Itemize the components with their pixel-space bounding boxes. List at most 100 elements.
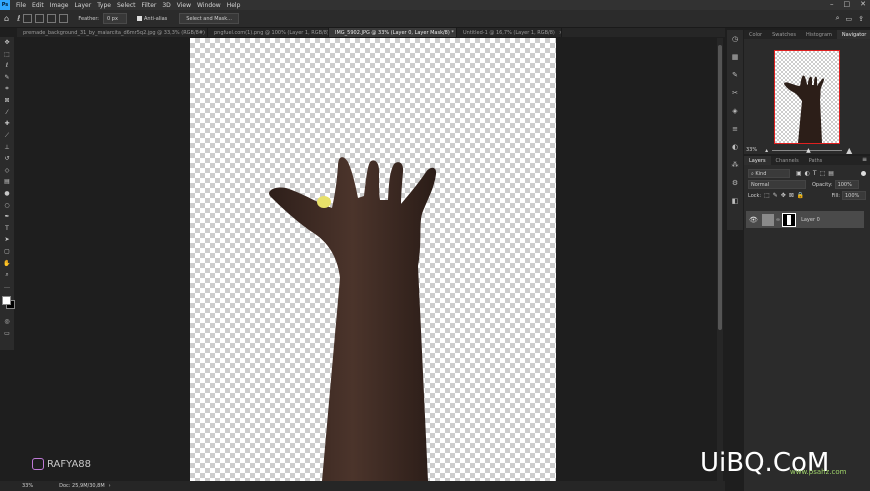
visibility-eye-icon[interactable]: 👁 <box>749 216 758 224</box>
properties-icon[interactable]: ≡ <box>727 120 743 138</box>
layer-name[interactable]: Layer 0 <box>801 217 820 223</box>
zoom-slider[interactable]: ▲ <box>772 147 843 154</box>
menu-help[interactable]: Help <box>227 2 241 9</box>
menu-layer[interactable]: Layer <box>74 2 91 9</box>
blend-mode-select[interactable]: Normal <box>748 180 806 189</box>
select-and-mask-button[interactable]: Select and Mask... <box>179 13 239 24</box>
foreground-color-swatch[interactable] <box>2 296 11 306</box>
tab-untitled-1[interactable]: Untitled-1 @ 16,7% (Layer 1, RGB/8) × <box>457 28 562 37</box>
layer-row[interactable]: 👁 ∞ Layer 0 <box>746 211 864 228</box>
filter-icons[interactable]: ▣◐T⬚▤ <box>796 170 837 177</box>
lasso-tool-icon[interactable]: ℓ <box>17 14 20 23</box>
search-icon[interactable]: ⌕ <box>836 14 840 23</box>
lasso-icon[interactable]: ℓ <box>0 60 14 72</box>
zoom-level[interactable]: 33% <box>22 483 33 489</box>
panel-menu-icon[interactable]: ≡ <box>862 156 867 165</box>
healing-icon[interactable]: ✚ <box>0 118 14 130</box>
tab-color[interactable]: Color <box>744 30 767 39</box>
tab-channels[interactable]: Channels <box>771 156 804 165</box>
hand-icon[interactable]: ✋ <box>0 257 14 269</box>
workspace-icon[interactable]: ▭ <box>846 15 853 23</box>
lock-icons[interactable]: ⬚✎✥⊠🔒 <box>764 192 807 199</box>
menu-view[interactable]: View <box>177 2 191 9</box>
close-icon[interactable]: ✕ <box>860 0 866 8</box>
gradient-icon[interactable]: ▤ <box>0 176 14 188</box>
3d-icon[interactable]: ◈ <box>727 102 743 120</box>
tab-paths[interactable]: Paths <box>804 156 828 165</box>
frame-icon[interactable]: ⊠ <box>0 95 14 107</box>
marquee-icon[interactable]: ⬚ <box>0 49 14 61</box>
antialias-checkbox[interactable]: Anti-alias <box>137 16 167 22</box>
history-brush-icon[interactable]: ↺ <box>0 153 14 165</box>
layer-mask-thumbnail[interactable] <box>782 212 797 227</box>
link-icon[interactable]: ∞ <box>776 217 780 223</box>
tab-pngfuel[interactable]: pngfuel.com(1).png @ 100% (Layer 1, RGB/… <box>208 28 329 37</box>
share-icon[interactable]: ⇪ <box>858 15 864 23</box>
close-tab-icon[interactable]: × <box>559 30 561 36</box>
opacity-input[interactable]: 100% <box>834 180 859 189</box>
add-selection-icon[interactable] <box>35 14 45 23</box>
clone-stamp-icon[interactable]: ⊥ <box>0 141 14 153</box>
menu-type[interactable]: Type <box>97 2 111 9</box>
new-selection-icon[interactable] <box>23 14 33 23</box>
menu-filter[interactable]: Filter <box>142 2 157 9</box>
maximize-icon[interactable]: □ <box>844 0 851 8</box>
tab-img-5902[interactable]: IMG_5902.JPG @ 33% (Layer 0, Layer Mask/… <box>329 28 457 37</box>
tab-histogram[interactable]: Histogram <box>801 30 837 39</box>
crop-icon[interactable]: ⌗ <box>0 83 14 95</box>
layer-thumbnail <box>761 213 774 226</box>
menu-file[interactable]: File <box>16 2 26 9</box>
eraser-icon[interactable]: ◇ <box>0 165 14 177</box>
pen-icon[interactable]: ✒ <box>0 211 14 223</box>
subtract-selection-icon[interactable] <box>47 14 57 23</box>
navigator-zoom-value[interactable]: 33% <box>746 147 757 153</box>
more-tools-icon[interactable]: … <box>0 280 14 292</box>
tab-layers[interactable]: Layers <box>744 156 771 165</box>
styles-icon[interactable]: ◐ <box>727 138 743 156</box>
scrollbar-thumb[interactable] <box>718 45 722 330</box>
libraries-icon[interactable]: ◧ <box>727 192 743 210</box>
feather-input[interactable]: 0 px <box>103 13 127 24</box>
brush-settings-icon[interactable]: ▦ <box>727 48 743 66</box>
filter-kind-select[interactable]: ⌕ Kind <box>748 169 790 178</box>
home-icon[interactable]: ⌂ <box>4 14 9 23</box>
brush-icon[interactable]: ⟋ <box>0 130 14 142</box>
tab-swatches[interactable]: Swatches <box>767 30 801 39</box>
menu-window[interactable]: Window <box>197 2 221 9</box>
type-icon[interactable]: T <box>0 223 14 235</box>
menu-select[interactable]: Select <box>117 2 136 9</box>
doc-size[interactable]: Doc: 25,9M/30,8M <box>59 483 105 489</box>
menu-image[interactable]: Image <box>50 2 69 9</box>
tab-navigator[interactable]: Navigator <box>836 30 870 39</box>
character-icon[interactable]: ⁂ <box>727 156 743 174</box>
screen-mode-icon[interactable]: ▭ <box>0 328 14 340</box>
document-canvas[interactable] <box>190 38 556 481</box>
zoom-in-icon[interactable]: ▲ <box>846 146 852 155</box>
path-select-icon[interactable]: ➤ <box>0 234 14 246</box>
zoom-slider-handle[interactable]: ▲ <box>806 147 811 154</box>
fill-input[interactable]: 100% <box>842 191 866 200</box>
brushes-icon[interactable]: ✎ <box>727 66 743 84</box>
quick-mask-icon[interactable]: ◎ <box>0 316 14 328</box>
filter-toggle-icon[interactable] <box>861 171 866 176</box>
adjustments-icon[interactable]: ✂ <box>727 84 743 102</box>
navigator-thumbnail[interactable] <box>774 50 840 144</box>
menu-edit[interactable]: Edit <box>32 2 44 9</box>
minimize-icon[interactable]: – <box>830 0 834 8</box>
eyedropper-icon[interactable]: ⁄ <box>0 107 14 119</box>
zoom-icon[interactable]: ⌕ <box>0 269 14 281</box>
dodge-icon[interactable]: ○ <box>0 199 14 211</box>
blur-icon[interactable]: ● <box>0 188 14 200</box>
rectangle-icon[interactable]: ▢ <box>0 246 14 258</box>
tab-premade-background[interactable]: premade_background_31_by_maiarcita_d6mr5… <box>17 28 208 37</box>
tools-panel: ✥ ⬚ ℓ ✎ ⌗ ⊠ ⁄ ✚ ⟋ ⊥ ↺ ◇ ▤ ● ○ ✒ T ➤ ▢ ✋ … <box>0 37 15 350</box>
move-icon[interactable]: ✥ <box>0 37 14 49</box>
glyphs-icon[interactable]: ⚙ <box>727 174 743 192</box>
color-swatches[interactable] <box>0 292 15 316</box>
menu-3d[interactable]: 3D <box>162 2 170 9</box>
quick-select-icon[interactable]: ✎ <box>0 72 14 84</box>
zoom-out-icon[interactable]: ▴ <box>765 147 768 154</box>
history-icon[interactable]: ◷ <box>727 30 743 48</box>
intersect-selection-icon[interactable] <box>59 14 69 23</box>
chevron-right-icon[interactable]: › <box>109 483 111 489</box>
